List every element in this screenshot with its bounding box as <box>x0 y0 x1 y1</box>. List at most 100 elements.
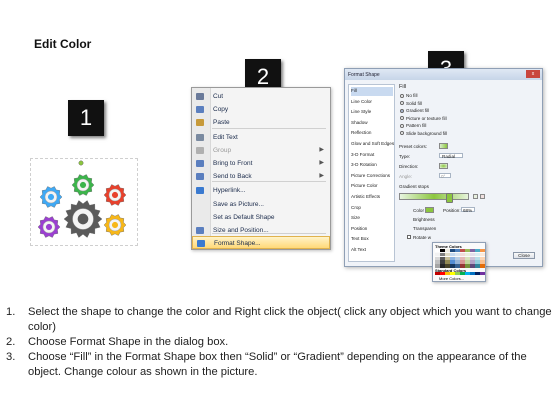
fill-option-radio[interactable] <box>400 93 404 98</box>
gears-selection-box[interactable] <box>30 158 138 246</box>
nav-item[interactable]: Size <box>351 214 393 223</box>
color-swatch[interactable] <box>475 264 480 268</box>
nav-item[interactable]: Text Box <box>351 235 393 244</box>
fill-option-radio[interactable] <box>400 123 404 128</box>
gear-icon[interactable] <box>39 186 63 208</box>
gear-icon[interactable] <box>71 174 95 196</box>
send-back-icon <box>196 173 204 180</box>
color-swatch[interactable] <box>480 264 485 268</box>
fill-option-label: Slide background fill <box>406 130 448 136</box>
color-swatch[interactable] <box>450 272 455 276</box>
nav-item[interactable]: 3-D Rotation <box>351 161 393 170</box>
nav-item[interactable]: Picture Color <box>351 182 393 191</box>
context-menu-item[interactable]: Set as Default Shape <box>192 211 330 224</box>
gradient-stop-handle[interactable] <box>446 193 453 203</box>
close-button[interactable]: Close <box>513 252 535 259</box>
rotate-handle[interactable] <box>78 160 84 166</box>
instruction-item: 2. Choose Format Shape in the dialog box… <box>6 335 554 350</box>
context-menu-item[interactable]: Save as Picture... <box>192 198 330 211</box>
color-swatch[interactable] <box>475 272 480 276</box>
preset-colors-button[interactable] <box>439 143 448 149</box>
nav-item[interactable]: Artistic Effects <box>351 193 393 202</box>
preset-colors-label: Preset colors: <box>399 144 428 149</box>
angle-value: 0° <box>441 174 446 179</box>
more-colors-link[interactable]: More Colors... <box>439 276 464 281</box>
nav-item[interactable]: Line Color <box>351 98 393 107</box>
instructions-list: 1. Select the shape to change the color … <box>6 305 554 380</box>
fill-option-label: Solid fill <box>406 100 422 106</box>
fill-option-radio[interactable] <box>400 131 404 135</box>
angle-field[interactable]: 0° <box>439 173 451 179</box>
fill-panel: Fill No fill Solid fill Gradient fill Pictu… <box>397 84 537 249</box>
context-menu-item[interactable]: Cut <box>192 90 330 103</box>
type-select[interactable]: Radial <box>439 153 463 159</box>
step-badge-1: 1 <box>68 100 104 136</box>
nav-item[interactable]: Picture Corrections <box>351 172 393 181</box>
context-menu: Cut Copy Paste Edit Text Group ▶ Bring to Fron… <box>191 87 331 250</box>
color-swatch[interactable] <box>470 272 475 276</box>
gear-icon[interactable] <box>103 184 127 206</box>
context-menu-item-label: Save as Picture... <box>213 201 264 208</box>
standard-color-row <box>435 272 485 276</box>
color-swatch[interactable] <box>455 272 460 276</box>
slide-title: Edit Color <box>34 37 92 51</box>
nav-item[interactable]: Fill <box>351 87 393 96</box>
gradient-stops-bar[interactable] <box>399 193 469 203</box>
nav-item[interactable]: Crop <box>351 204 393 213</box>
gear-icon[interactable] <box>37 216 61 238</box>
nav-item[interactable]: Alt Text <box>351 246 393 255</box>
instruction-number: 2. <box>6 336 16 348</box>
gear-icon[interactable] <box>63 200 103 238</box>
color-swatch[interactable] <box>465 272 470 276</box>
size-position-icon <box>196 227 204 234</box>
color-swatch[interactable] <box>440 272 445 276</box>
fill-option-radio[interactable] <box>400 108 404 113</box>
fill-option-radio[interactable] <box>400 101 404 105</box>
direction-label: Direction: <box>399 164 419 169</box>
nav-item[interactable]: Glow and Soft Edges <box>351 140 394 149</box>
color-swatch[interactable] <box>470 264 475 268</box>
color-swatch[interactable] <box>460 272 465 276</box>
context-menu-item[interactable]: Format Shape... <box>192 236 330 249</box>
rotate-checkbox[interactable] <box>407 235 411 239</box>
gear-icon[interactable] <box>103 214 127 236</box>
fill-option-label: No fill <box>406 93 418 98</box>
dialog-nav-list: Fill Line Color Line Style Shadow Reflection… <box>348 84 395 262</box>
direction-button[interactable] <box>439 163 448 169</box>
color-picker-button[interactable] <box>425 207 434 213</box>
hyperlink-icon <box>196 187 204 194</box>
menu-separator <box>212 233 326 234</box>
clipboard-icon <box>196 119 204 126</box>
context-menu-item-label: Bring to Front <box>213 160 253 167</box>
rotate-with-shape-label: Rotate w <box>413 235 432 240</box>
close-icon[interactable]: x <box>526 70 540 78</box>
position-label: Position: <box>443 208 461 213</box>
nav-item[interactable]: Position <box>351 225 393 234</box>
context-menu-item[interactable]: Bring to Front ▶ <box>192 157 330 170</box>
color-swatch[interactable] <box>445 272 450 276</box>
bring-front-icon <box>196 160 204 167</box>
context-menu-item[interactable]: Edit Text <box>192 131 330 144</box>
fill-option-radio[interactable] <box>400 116 404 120</box>
context-menu-item[interactable]: Group ▶ <box>192 144 330 157</box>
context-menu-item[interactable]: Hyperlink... <box>192 184 330 197</box>
color-swatch[interactable] <box>480 272 485 276</box>
add-stop-button[interactable] <box>473 194 478 199</box>
gears-graphic[interactable] <box>31 159 137 245</box>
remove-stop-button[interactable] <box>480 194 485 199</box>
copy-icon <box>196 106 204 113</box>
nav-item[interactable]: 3-D Format <box>351 151 393 160</box>
instruction-text: Choose “Fill” in the Format Shape box th… <box>28 351 527 378</box>
scissors-icon <box>196 93 204 100</box>
position-field[interactable]: 68% <box>461 207 475 213</box>
instruction-item: 3. Choose “Fill” in the Format Shape box… <box>6 350 554 380</box>
context-menu-item[interactable]: Copy <box>192 103 330 116</box>
instruction-number: 3. <box>6 351 16 363</box>
gradient-stops-label: Gradient stops <box>399 184 429 189</box>
color-swatch[interactable] <box>435 272 440 276</box>
nav-item[interactable]: Line Style <box>351 108 393 117</box>
nav-item[interactable]: Reflection <box>351 129 393 138</box>
edit-text-icon <box>196 134 204 141</box>
menu-separator <box>212 181 326 182</box>
nav-item[interactable]: Shadow <box>351 119 393 128</box>
